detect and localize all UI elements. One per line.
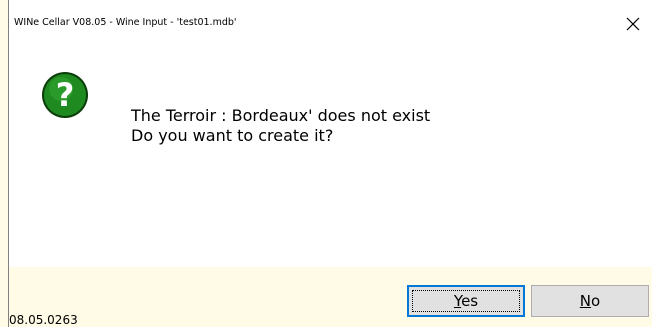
no-label-rest: o: [591, 292, 601, 310]
message-text: The Terroir : Bordeaux' does not exist D…: [131, 106, 430, 146]
focus-rectangle: [412, 290, 520, 312]
window-title: WINe Cellar V08.05 - Wine Input - 'test0…: [14, 17, 237, 28]
no-button-label: No: [580, 292, 600, 310]
background-window-edge: [0, 0, 9, 327]
close-button[interactable]: [619, 12, 647, 36]
close-icon: [626, 17, 640, 31]
no-button[interactable]: No: [531, 285, 649, 317]
dialog-footer: 08.05.0263 Yes No: [9, 267, 652, 327]
message-line-1: The Terroir : Bordeaux' does not exist: [131, 106, 431, 125]
no-accelerator: N: [579, 292, 592, 310]
svg-text:?: ?: [56, 76, 75, 114]
yes-button[interactable]: Yes: [407, 285, 525, 317]
version-label: 08.05.0263: [9, 313, 78, 327]
message-dialog: WINe Cellar V08.05 - Wine Input - 'test0…: [9, 0, 652, 327]
title-bar[interactable]: WINe Cellar V08.05 - Wine Input - 'test0…: [9, 0, 652, 31]
message-line-2: Do you want to create it?: [131, 126, 334, 145]
question-icon: ?: [42, 72, 88, 118]
